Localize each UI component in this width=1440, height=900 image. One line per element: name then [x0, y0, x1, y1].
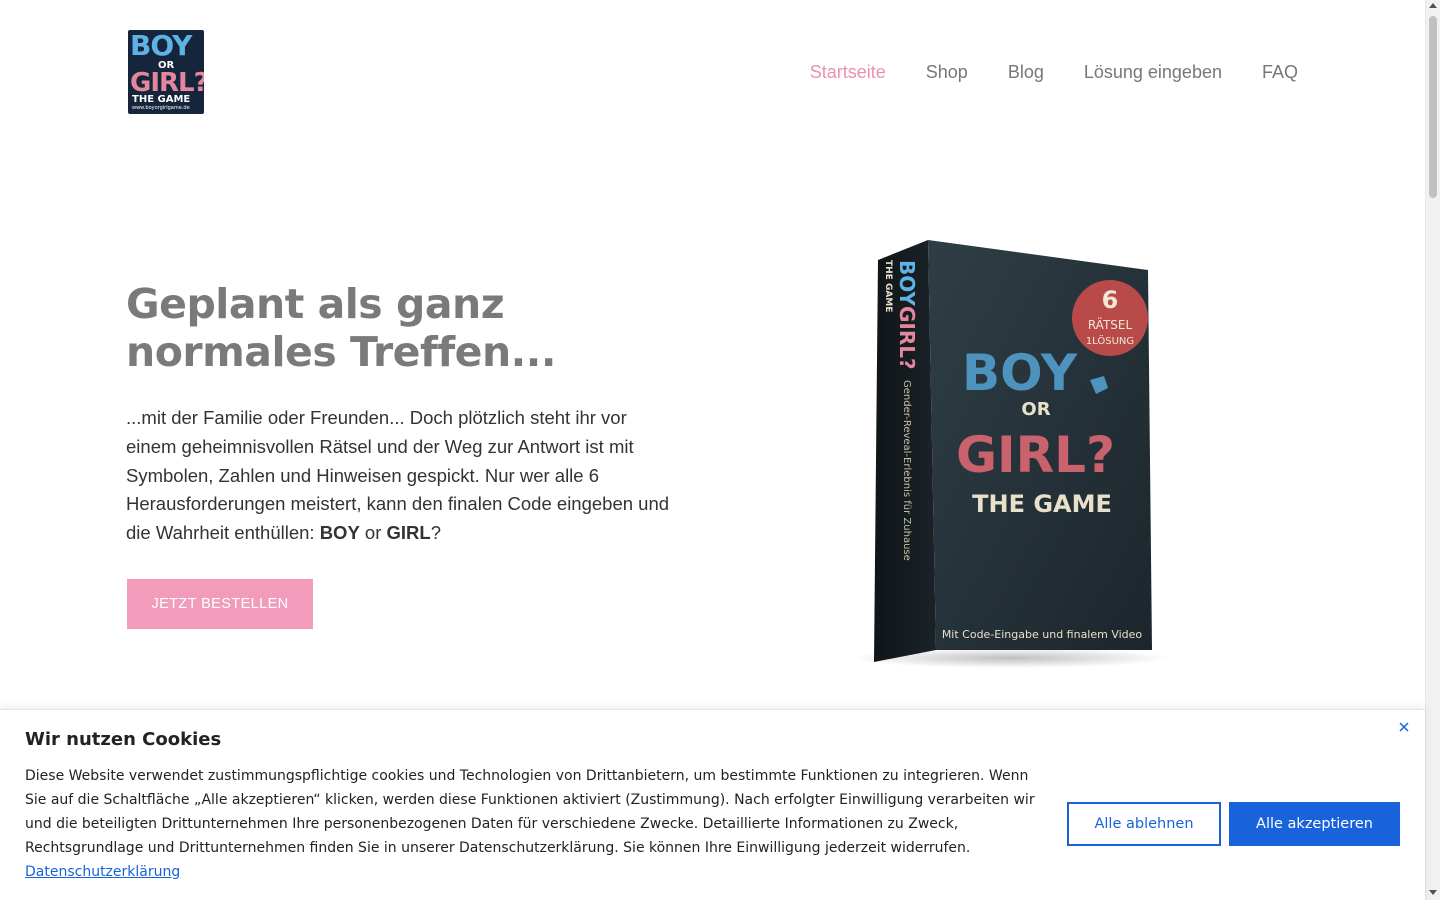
- svg-text:Mit Code-Eingabe und finalem V: Mit Code-Eingabe und finalem Video: [942, 628, 1143, 641]
- svg-text:1LÖSUNG: 1LÖSUNG: [1086, 334, 1134, 347]
- hero-title: Geplant als ganz normales Treffen...: [126, 280, 556, 376]
- svg-text:6: 6: [1102, 286, 1119, 314]
- nav-item-shop[interactable]: Shop: [926, 58, 968, 86]
- cookie-text-body: Diese Website verwendet zustimmungspflic…: [25, 768, 1035, 856]
- main-nav: Startseite Shop Blog Lösung eingeben FAQ: [810, 58, 1298, 86]
- order-now-button[interactable]: JETZT BESTELLEN: [127, 579, 313, 629]
- logo-url: www.boyorgirlgame.de: [132, 105, 190, 111]
- nav-item-loesung-eingeben[interactable]: Lösung eingeben: [1084, 58, 1222, 86]
- privacy-policy-link[interactable]: Datenschutzerklärung: [25, 864, 180, 880]
- cookie-banner: Wir nutzen Cookies Diese Website verwend…: [0, 709, 1425, 900]
- svg-text:GIRL?: GIRL?: [895, 306, 919, 370]
- reject-all-button[interactable]: Alle ablehnen: [1067, 802, 1221, 846]
- product-box-image: BOY GIRL? THE GAME Gender-Reveal-Erlebni…: [850, 240, 1170, 668]
- hero-text-end: ?: [430, 522, 442, 544]
- svg-text:THE GAME: THE GAME: [883, 260, 893, 312]
- scroll-up-icon[interactable]: [1429, 3, 1437, 8]
- svg-text:BOY: BOY: [895, 260, 919, 307]
- accept-all-button[interactable]: Alle akzeptieren: [1229, 802, 1400, 846]
- site-header: BOY OR GIRL? THE GAME www.boyorgirlgame.…: [0, 0, 1425, 145]
- scrollbar-thumb[interactable]: [1429, 16, 1437, 198]
- logo-boy: BOY: [130, 30, 192, 62]
- svg-text:GIRL?: GIRL?: [956, 426, 1115, 484]
- svg-text:RÄTSEL: RÄTSEL: [1088, 317, 1133, 332]
- svg-text:Gender-Reveal-Erlebnis für Zuh: Gender-Reveal-Erlebnis für Zuhause: [901, 380, 912, 561]
- hero-text-boy: BOY: [319, 522, 360, 544]
- hero-text-girl: GIRL: [386, 522, 431, 544]
- hero-text-or: or: [359, 522, 387, 544]
- nav-item-blog[interactable]: Blog: [1008, 58, 1044, 86]
- scroll-down-icon[interactable]: [1429, 890, 1437, 895]
- svg-text:OR: OR: [1021, 399, 1050, 420]
- page-scrollbar[interactable]: [1425, 0, 1440, 900]
- nav-item-startseite[interactable]: Startseite: [810, 58, 886, 86]
- hero-description: ...mit der Familie oder Freunden... Doch…: [126, 404, 671, 548]
- svg-text:THE GAME: THE GAME: [972, 490, 1112, 518]
- cookie-text: Diese Website verwendet zustimmungspflic…: [25, 764, 1045, 884]
- site-logo[interactable]: BOY OR GIRL? THE GAME www.boyorgirlgame.…: [128, 30, 204, 114]
- nav-item-faq[interactable]: FAQ: [1262, 58, 1298, 86]
- cookie-title: Wir nutzen Cookies: [25, 729, 222, 750]
- svg-text:BOY: BOY: [962, 344, 1078, 402]
- close-icon[interactable]: [1397, 720, 1411, 734]
